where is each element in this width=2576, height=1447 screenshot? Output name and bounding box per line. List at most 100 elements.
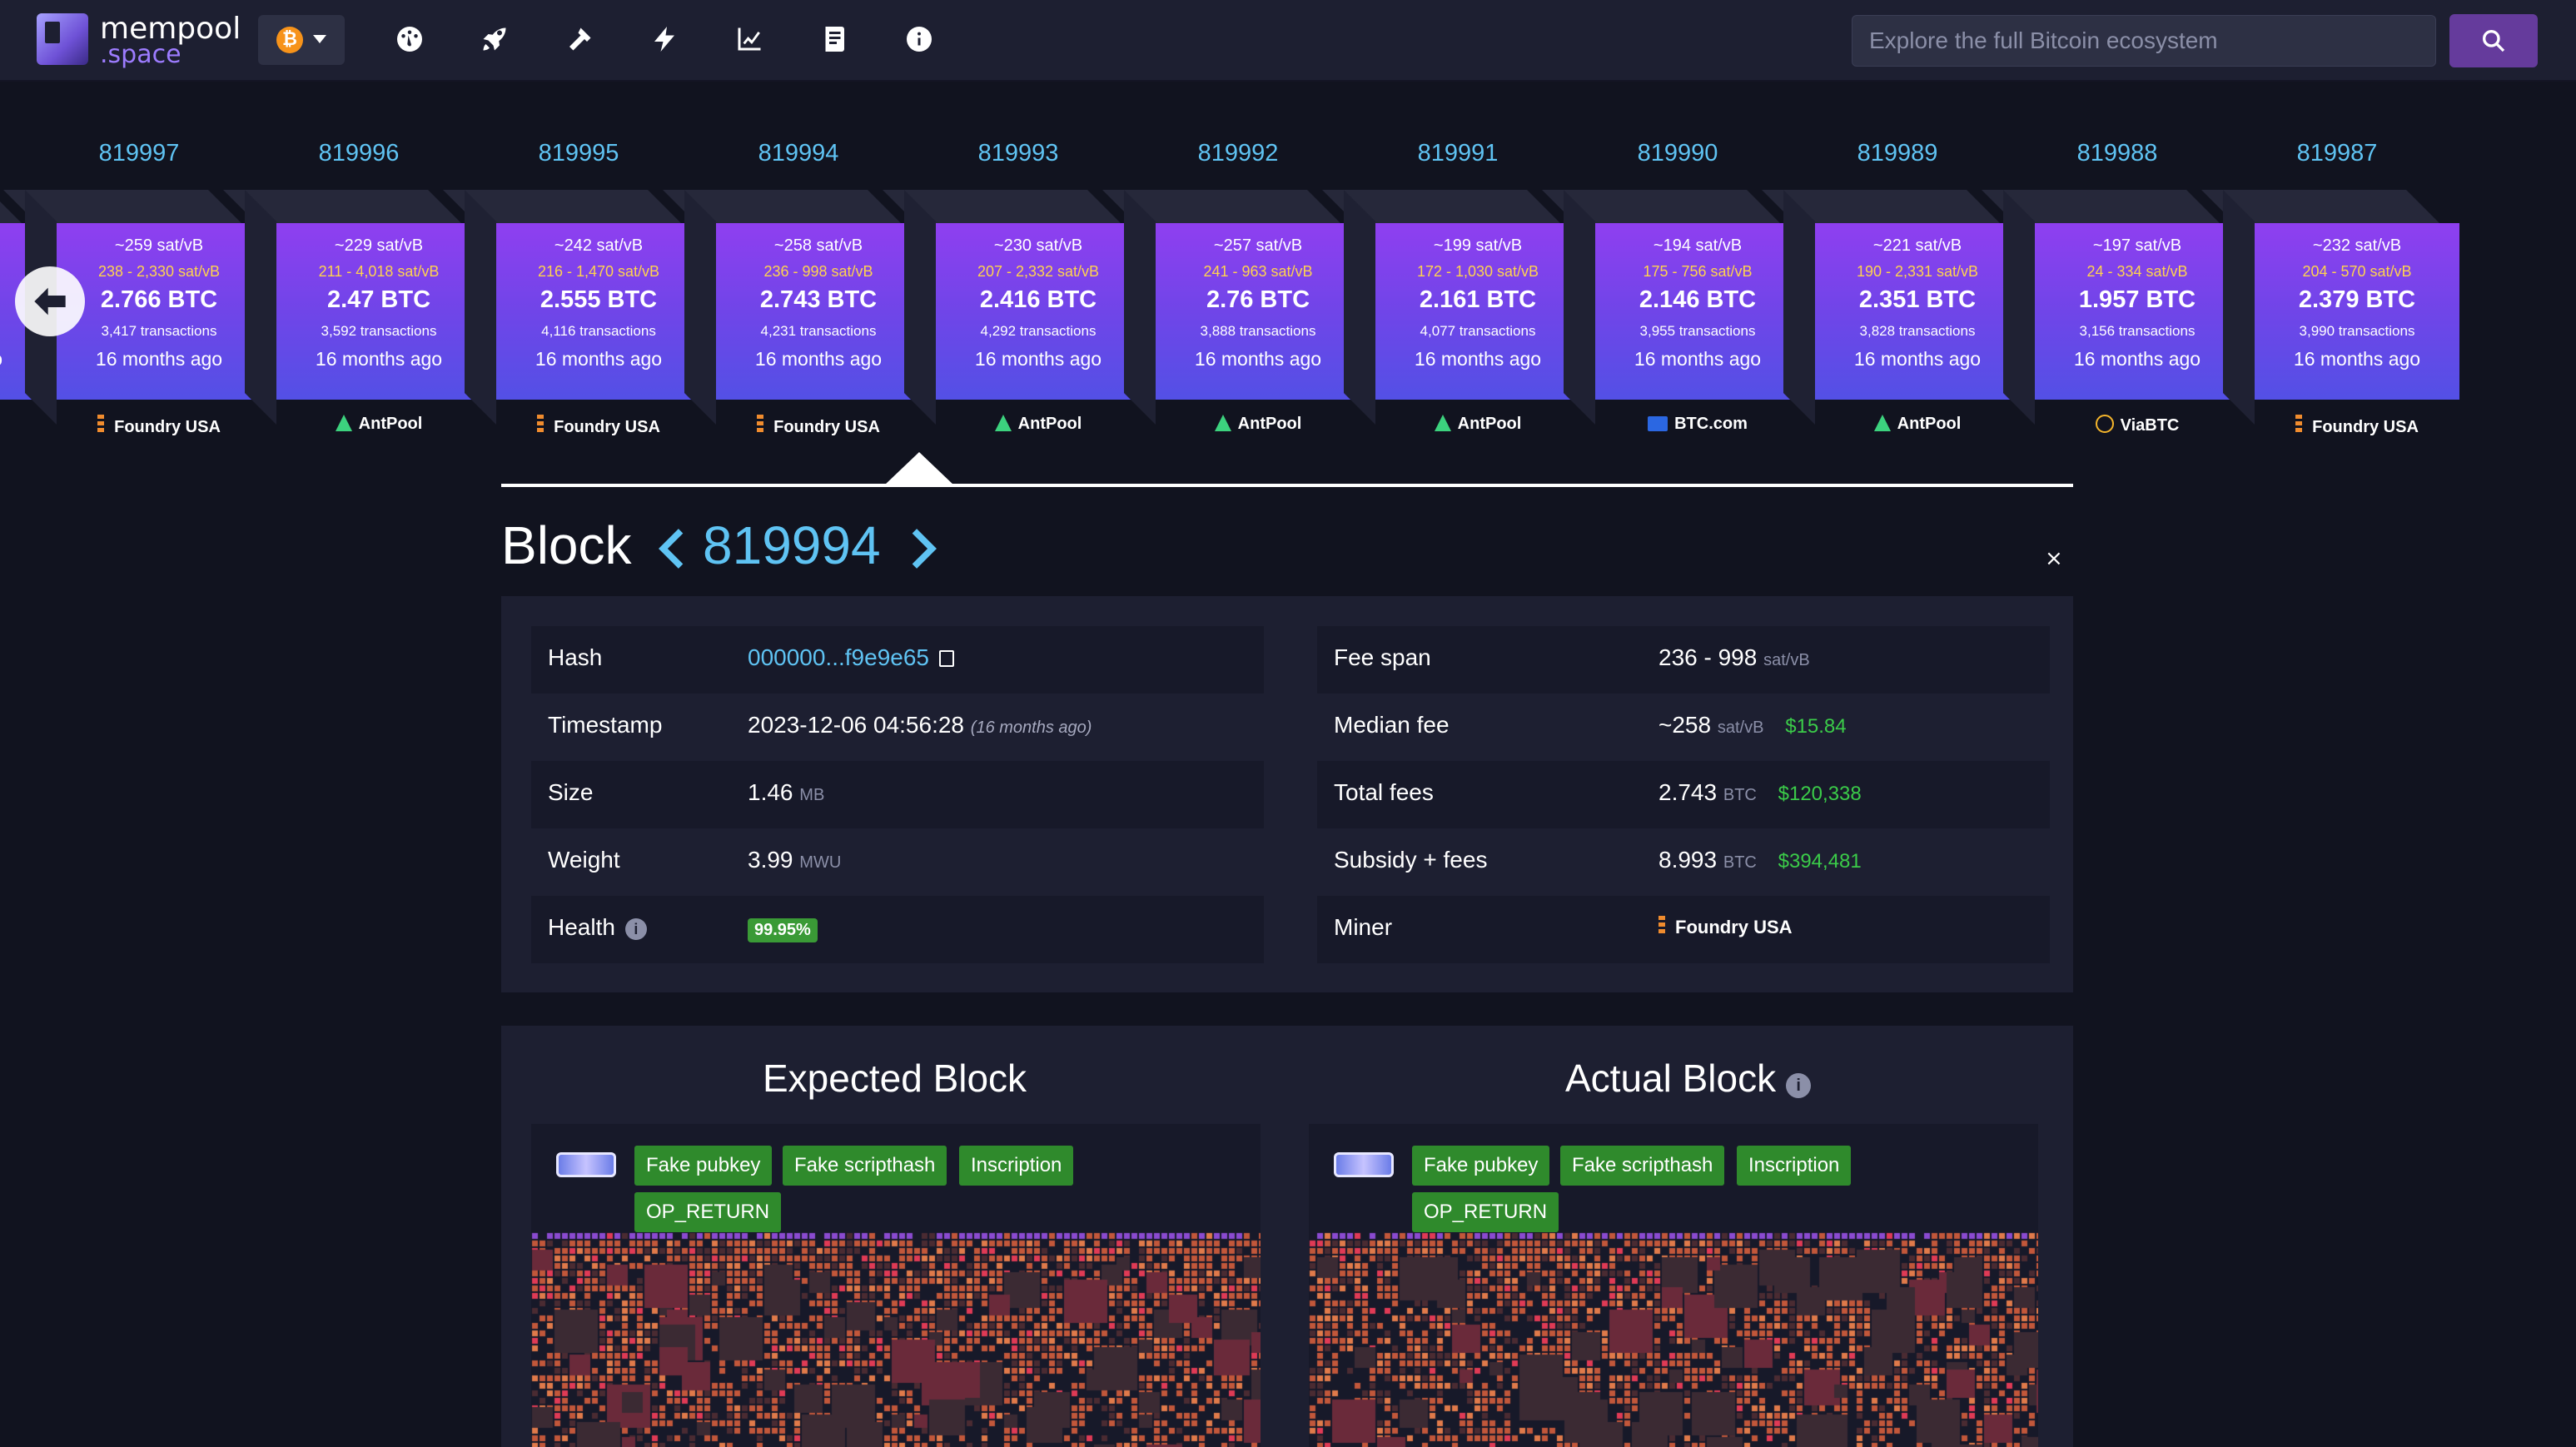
back-arrow-button[interactable] bbox=[15, 266, 85, 336]
block-height-link[interactable]: 819997 bbox=[37, 140, 241, 167]
lightning-icon[interactable] bbox=[644, 18, 685, 60]
block-age: 16 months ago bbox=[1194, 348, 1322, 370]
filter-tag-fake-scripthash[interactable]: Fake scripthash bbox=[1560, 1146, 1725, 1186]
block-cube-side bbox=[2223, 190, 2255, 425]
block-height-link[interactable]: 819989 bbox=[1795, 140, 2000, 167]
actual-block-visualization[interactable]: Fake pubkey Fake scripthash Inscription … bbox=[1309, 1124, 2038, 1447]
block-pool-link[interactable]: Foundry USA bbox=[496, 415, 701, 437]
filter-tag-inscription[interactable]: Inscription bbox=[1737, 1146, 1852, 1186]
detail-label: Hash bbox=[548, 644, 603, 670]
block-pool-link[interactable]: AntPool bbox=[276, 415, 481, 434]
network-selector[interactable]: ₿ bbox=[258, 15, 345, 65]
block-cube-side bbox=[1344, 190, 1375, 425]
block-cube-face[interactable]: ~197 sat/vB 24 - 334 sat/vB 1.957 BTC 3,156… bbox=[2035, 223, 2240, 400]
block-pool-link[interactable]: BTC.com bbox=[1595, 415, 1800, 434]
block-pool-name: Foundry USA bbox=[114, 418, 221, 436]
previous-block-button[interactable] bbox=[656, 528, 689, 569]
block-cube-side bbox=[684, 190, 716, 425]
block-height-link[interactable]: 819993 bbox=[916, 140, 1121, 167]
block-pool-link[interactable]: Foundry USA bbox=[2255, 415, 2459, 437]
block-pool-link[interactable]: AntPool bbox=[1815, 415, 2020, 434]
block-cube-face[interactable]: ~258 sat/vB 236 - 998 sat/vB 2.743 BTC 4,23… bbox=[716, 223, 921, 400]
mempool-logo[interactable]: mempool .space bbox=[33, 10, 241, 69]
block-cube-face[interactable]: ~257 sat/vB 241 - 963 sat/vB 2.76 BTC 3,888… bbox=[1156, 223, 1360, 400]
filter-tag-op-return[interactable]: OP_RETURN bbox=[634, 1192, 782, 1232]
block-height-link[interactable]: 819990 bbox=[1575, 140, 1780, 167]
block-height-link[interactable]: 819988 bbox=[2015, 140, 2220, 167]
block-cube-face[interactable]: ~230 sat/vB 207 - 2,332 sat/vB 2.416 BTC 4,… bbox=[936, 223, 1141, 400]
block-pool-link[interactable]: AntPool bbox=[0, 415, 42, 434]
block-pool-link[interactable]: ViaBTC bbox=[2035, 415, 2240, 435]
block-pool-link[interactable]: AntPool bbox=[1156, 415, 1360, 434]
detail-value: 8.993 BTC $394,481 bbox=[1658, 847, 1862, 873]
block-height-link[interactable]: 819992 bbox=[1136, 140, 1340, 167]
next-block-button[interactable] bbox=[906, 528, 939, 569]
filter-tag-fake-pubkey[interactable]: Fake pubkey bbox=[1412, 1146, 1550, 1186]
block-cube-face[interactable]: ~221 sat/vB 190 - 2,331 sat/vB 2.351 BTC 3,… bbox=[1815, 223, 2020, 400]
filter-tag-inscription[interactable]: Inscription bbox=[959, 1146, 1074, 1186]
miner-link[interactable]: Foundry USA bbox=[1658, 916, 1793, 938]
subsidy-value: 8.993 bbox=[1658, 847, 1718, 873]
filter-tag-op-return[interactable]: OP_RETURN bbox=[1412, 1192, 1559, 1232]
search-input[interactable] bbox=[1852, 15, 2436, 67]
block-cube[interactable]: 819987 ~232 sat/vB 204 - 570 sat/vB 2.379 B… bbox=[2201, 140, 2459, 473]
block-median-fee: ~221 sat/vB bbox=[1872, 236, 1962, 255]
block-height-link[interactable]: 819995 bbox=[476, 140, 681, 167]
block-comparison-panel: Expected Block Actual Block i Fake pubkey… bbox=[501, 1026, 2073, 1447]
block-age: 16 months ago bbox=[315, 348, 443, 370]
xray-glasses-icon[interactable] bbox=[556, 1152, 616, 1177]
detail-label: Fee span bbox=[1334, 644, 1431, 670]
block-pool-name: AntPool bbox=[358, 415, 423, 433]
detail-label: Timestamp bbox=[548, 712, 663, 738]
search-button[interactable] bbox=[2449, 14, 2538, 67]
dashboard-icon[interactable] bbox=[389, 18, 430, 60]
transaction-grid[interactable] bbox=[531, 1232, 1261, 1447]
block-hash-link[interactable]: 000000...f9e9e65 bbox=[748, 644, 929, 670]
block-cube-face[interactable]: ~194 sat/vB 175 - 756 sat/vB 2.146 BTC 3,95… bbox=[1595, 223, 1800, 400]
block-cube-face[interactable]: ~232 sat/vB 204 - 570 sat/vB 2.379 BTC 3,99… bbox=[2255, 223, 2459, 400]
details-right-column: Fee span 236 - 998 sat/vB Median fee ~25… bbox=[1317, 626, 2050, 963]
block-fee-range: 204 - 570 sat/vB bbox=[2302, 263, 2412, 280]
chevron-down-icon bbox=[313, 35, 326, 43]
block-pool-link[interactable]: Foundry USA bbox=[57, 415, 261, 437]
xray-glasses-icon[interactable] bbox=[1334, 1152, 1394, 1177]
copy-icon[interactable] bbox=[938, 650, 954, 667]
block-cube-face[interactable]: ~229 sat/vB 211 - 4,018 sat/vB 2.47 BTC 3,5… bbox=[276, 223, 481, 400]
block-total-fees: 2.766 BTC bbox=[100, 286, 218, 313]
block-pool-name: Foundry USA bbox=[554, 418, 660, 436]
divider bbox=[501, 484, 2073, 487]
detail-row-median-fee: Median fee ~258 sat/vB $15.84 bbox=[1317, 694, 2050, 761]
block-cube-side bbox=[2003, 190, 2035, 425]
transaction-grid[interactable] bbox=[1309, 1232, 2038, 1447]
chart-icon[interactable] bbox=[729, 18, 770, 60]
filter-tag-fake-scripthash[interactable]: Fake scripthash bbox=[783, 1146, 947, 1186]
expected-block-visualization[interactable]: Fake pubkey Fake scripthash Inscription … bbox=[531, 1124, 1261, 1447]
book-icon[interactable] bbox=[813, 18, 855, 60]
block-pool-link[interactable]: AntPool bbox=[1375, 415, 1580, 434]
block-cube-face[interactable]: ~242 sat/vB 216 - 1,470 sat/vB 2.555 BTC 4,… bbox=[496, 223, 701, 400]
block-cube-face[interactable]: ~199 sat/vB 172 - 1,030 sat/vB 2.161 BTC 4,… bbox=[1375, 223, 1580, 400]
block-age: 16 months ago bbox=[974, 348, 1102, 370]
block-total-fees: 2.416 BTC bbox=[979, 286, 1097, 313]
block-tx-count: 3,955 transactions bbox=[1639, 323, 1756, 339]
block-height-link[interactable]: 819996 bbox=[256, 140, 461, 167]
timestamp-relative: (16 months ago) bbox=[970, 719, 1092, 737]
block-fee-range: 236 - 998 sat/vB bbox=[763, 263, 873, 280]
block-height-link[interactable]: 819998 bbox=[0, 140, 22, 167]
block-pool-link[interactable]: AntPool bbox=[936, 415, 1141, 434]
block-height-link[interactable]: 819987 bbox=[2235, 140, 2439, 167]
filter-tag-fake-pubkey[interactable]: Fake pubkey bbox=[634, 1146, 773, 1186]
close-button[interactable]: × bbox=[2045, 546, 2063, 571]
info-icon[interactable]: i bbox=[1786, 1073, 1812, 1098]
foundry-usa-icon bbox=[2295, 415, 2303, 435]
block-height-link[interactable]: 819994 bbox=[696, 140, 901, 167]
info-icon[interactable]: i bbox=[624, 918, 647, 940]
block-height-link[interactable]: 819991 bbox=[1355, 140, 1560, 167]
block-pool-link[interactable]: Foundry USA bbox=[716, 415, 921, 437]
rocket-icon[interactable] bbox=[474, 18, 515, 60]
info-icon[interactable] bbox=[898, 18, 940, 60]
hammer-icon[interactable] bbox=[559, 18, 600, 60]
foundry-usa-icon bbox=[1658, 916, 1665, 936]
chevron-right-icon bbox=[912, 529, 937, 569]
block-cube-face[interactable]: ~259 sat/vB 238 - 2,330 sat/vB 2.766 BTC 3,… bbox=[57, 223, 261, 400]
